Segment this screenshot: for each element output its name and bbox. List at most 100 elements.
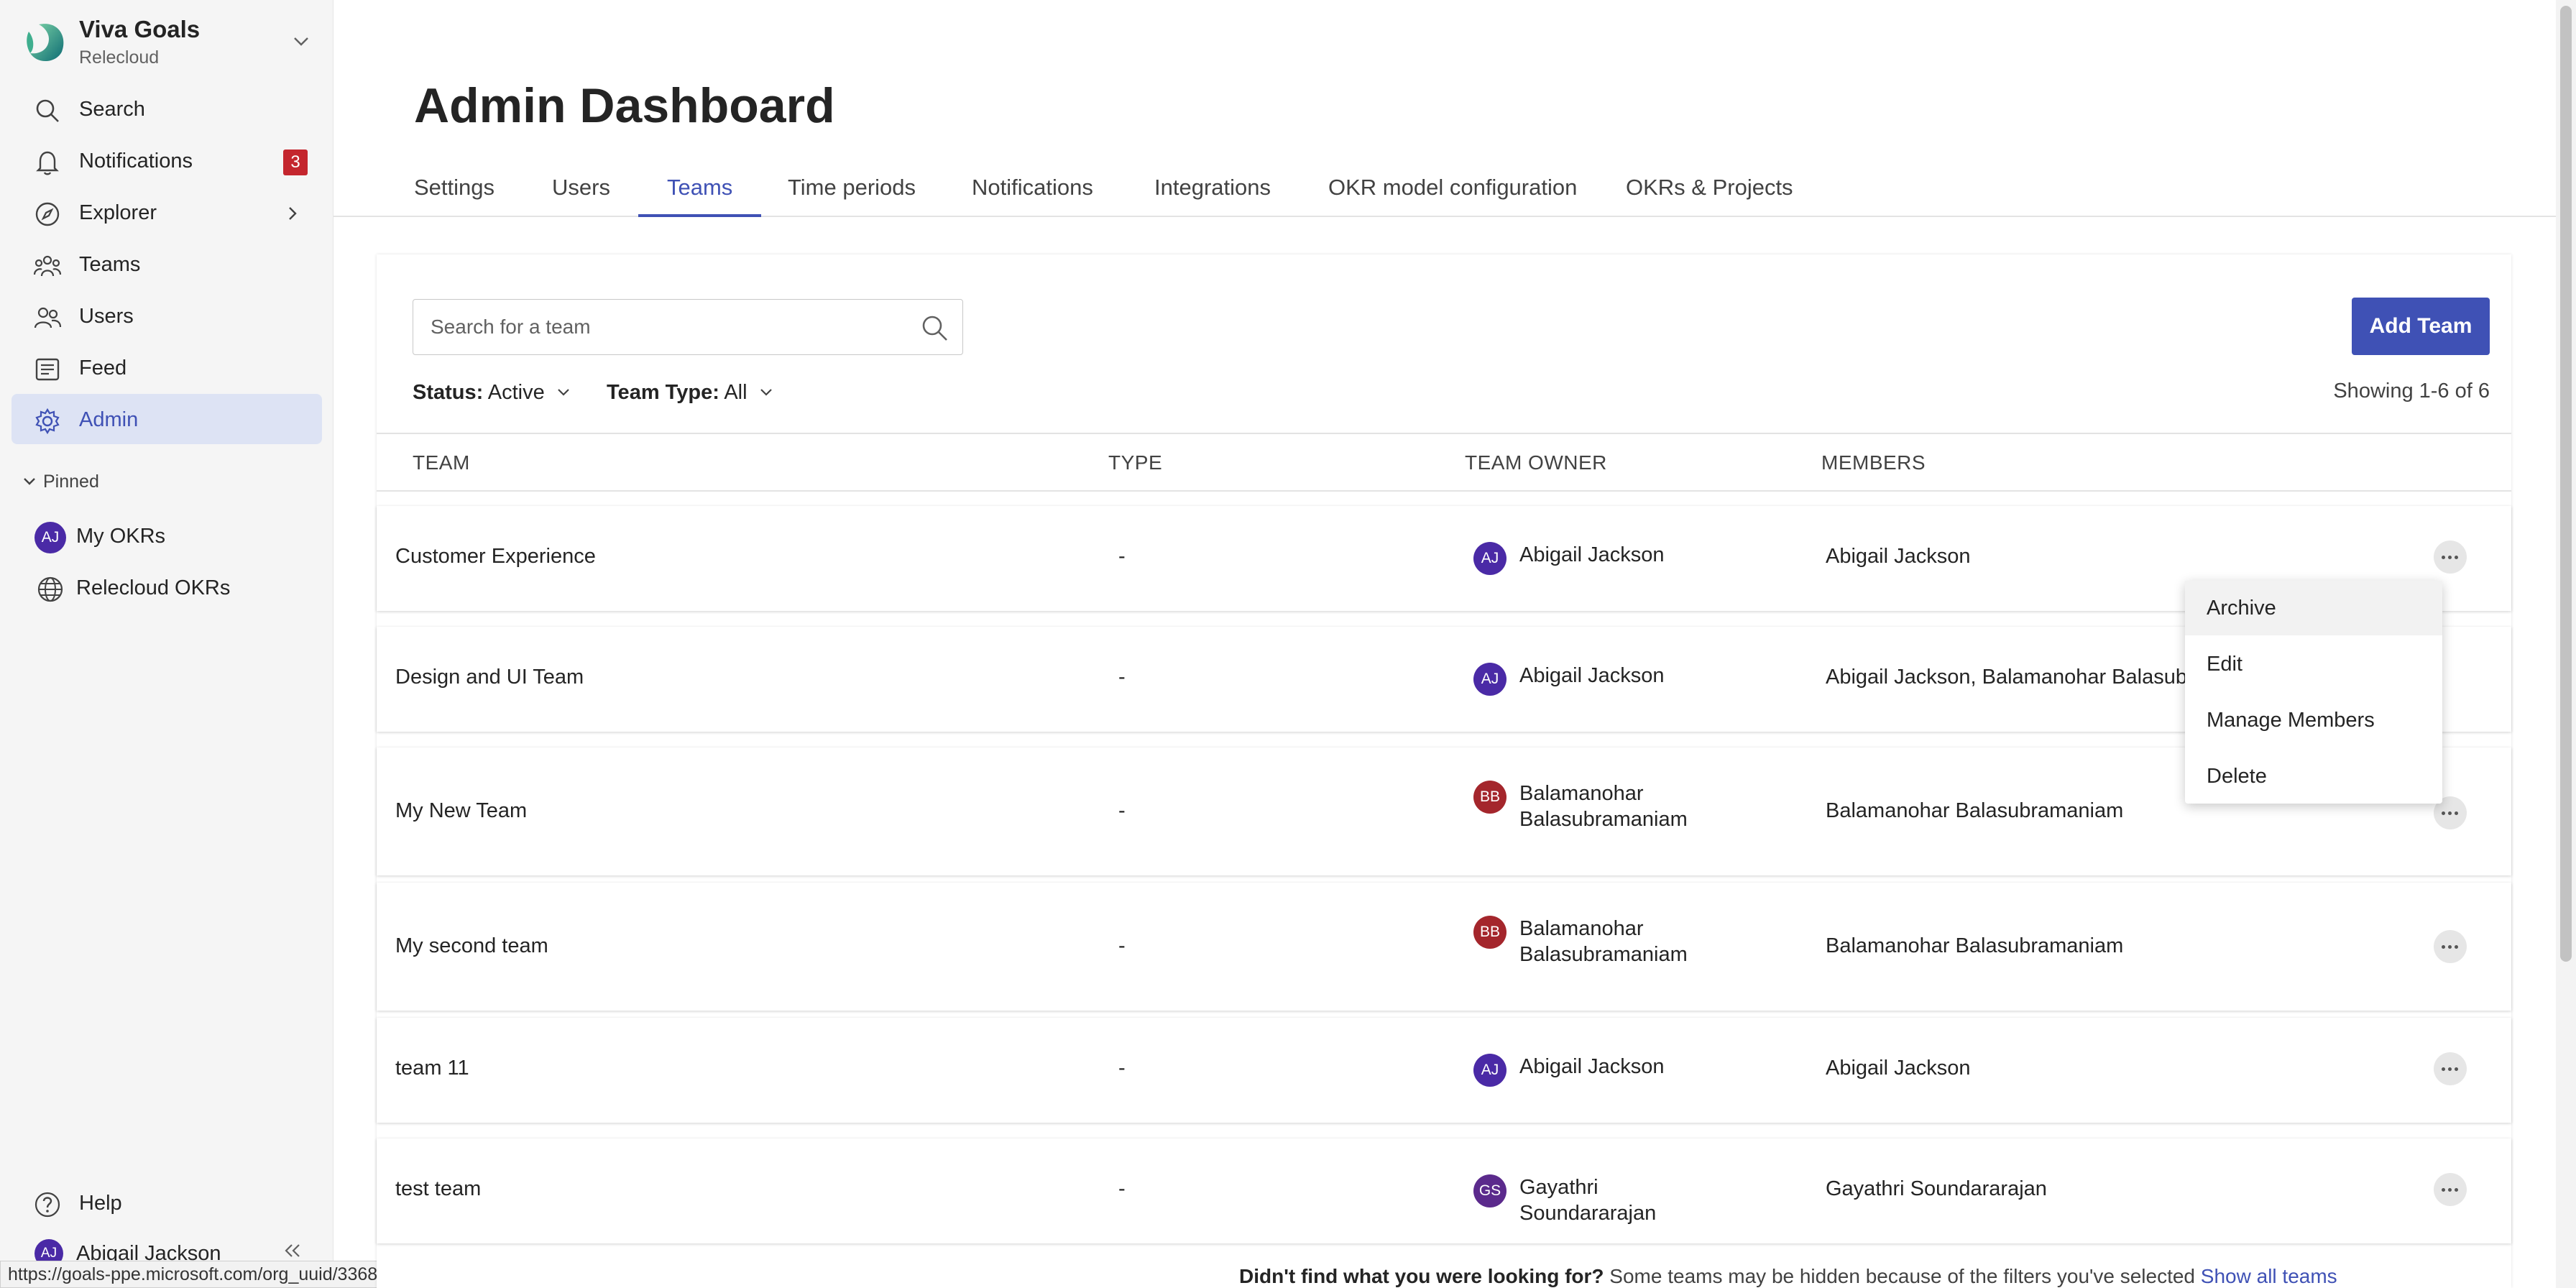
tab-notifications[interactable]: Notifications bbox=[972, 170, 1093, 217]
avatar: GS bbox=[1473, 1174, 1506, 1208]
owner-name: Abigail Jackson bbox=[1519, 543, 1665, 566]
team-type: - bbox=[1118, 799, 1126, 822]
status-filter-label: Status: bbox=[413, 381, 484, 404]
pinned-item-my-okrs[interactable]: AJ My OKRs bbox=[12, 510, 322, 561]
avatar: AJ bbox=[1473, 1054, 1506, 1087]
team-members: Balamanohar Balasubramaniam bbox=[1826, 934, 2124, 957]
sidebar-item-profile[interactable]: AJ Abigail Jackson bbox=[12, 1230, 322, 1262]
team-name[interactable]: My New Team bbox=[395, 799, 527, 823]
team-type: - bbox=[1118, 666, 1126, 689]
people-team-icon bbox=[33, 255, 62, 277]
tab-time-periods[interactable]: Time periods bbox=[788, 170, 916, 217]
more-options-button[interactable] bbox=[2434, 1173, 2467, 1206]
menu-item-manage-members[interactable]: Manage Members bbox=[2185, 693, 2442, 748]
pinned-item-label: Relecloud OKRs bbox=[76, 576, 231, 599]
people-icon bbox=[34, 307, 62, 328]
team-type: - bbox=[1118, 1057, 1126, 1080]
sidebar-item-label: Admin bbox=[79, 408, 139, 431]
pinned-item-relecloud-okrs[interactable]: Relecloud OKRs bbox=[12, 562, 322, 612]
filter-hint-title: Didn't find what you were looking for? bbox=[1239, 1265, 1604, 1287]
tab-integrations[interactable]: Integrations bbox=[1154, 170, 1271, 217]
team-members: Abigail Jackson, Balamanohar Balasubra bbox=[1826, 666, 2206, 689]
bell-icon bbox=[36, 151, 59, 175]
filter-hint: Didn't find what you were looking for? S… bbox=[1239, 1265, 2337, 1288]
sidebar-item-label: Teams bbox=[79, 253, 141, 276]
table-row[interactable]: team 11 - AJ Abigail Jackson Abigail Jac… bbox=[377, 1018, 2511, 1123]
status-filter[interactable]: Status: Active bbox=[413, 381, 572, 405]
add-team-button[interactable]: Add Team bbox=[2352, 298, 2490, 355]
column-header-type[interactable]: TYPE bbox=[1108, 451, 1162, 474]
tab-okr-model-configuration[interactable]: OKR model configuration bbox=[1328, 170, 1577, 217]
table-header: TEAM TYPE TEAM OWNER MEMBERS bbox=[377, 433, 2511, 492]
page-title: Admin Dashboard bbox=[414, 78, 835, 133]
menu-item-archive[interactable]: Archive bbox=[2185, 581, 2442, 635]
sidebar-item-feed[interactable]: Feed bbox=[12, 342, 322, 392]
help-icon bbox=[34, 1192, 60, 1218]
sidebar-item-label: Search bbox=[79, 98, 145, 121]
chevron-right-icon bbox=[289, 207, 297, 220]
avatar: AJ bbox=[34, 522, 66, 553]
collapse-sidebar-icon[interactable] bbox=[282, 1241, 303, 1262]
search-icon bbox=[36, 99, 59, 122]
avatar: AJ bbox=[1473, 542, 1506, 575]
team-name[interactable]: test team bbox=[395, 1177, 481, 1201]
sidebar-item-notifications[interactable]: Notifications 3 bbox=[12, 135, 322, 185]
chevron-down-icon bbox=[558, 389, 569, 396]
scrollbar-thumb[interactable] bbox=[2560, 6, 2572, 962]
sidebar-item-help[interactable]: Help bbox=[12, 1177, 322, 1228]
team-name[interactable]: Design and UI Team bbox=[395, 666, 584, 689]
profile-name: Abigail Jackson bbox=[76, 1242, 221, 1262]
result-count: Showing 1-6 of 6 bbox=[2333, 380, 2490, 402]
team-type: - bbox=[1118, 934, 1126, 957]
team-members: Abigail Jackson bbox=[1826, 1057, 1971, 1080]
tab-teams[interactable]: Teams bbox=[638, 170, 762, 217]
team-type-filter[interactable]: Team Type: All bbox=[607, 381, 775, 405]
sidebar-item-explorer[interactable]: Explorer bbox=[12, 187, 322, 237]
scrollbar[interactable] bbox=[2556, 0, 2576, 1288]
menu-item-delete[interactable]: Delete bbox=[2185, 749, 2442, 804]
team-name[interactable]: Customer Experience bbox=[395, 545, 596, 569]
chevron-down-icon bbox=[24, 478, 35, 485]
admin-tabs: Settings Users Teams Time periods Notifi… bbox=[334, 170, 2556, 217]
more-options-button[interactable] bbox=[2434, 930, 2467, 963]
sidebar-item-users[interactable]: Users bbox=[12, 290, 322, 341]
tab-okrs-projects[interactable]: OKRs & Projects bbox=[1626, 170, 1793, 217]
more-options-button[interactable] bbox=[2434, 540, 2467, 574]
chevron-down-icon bbox=[294, 37, 308, 46]
team-members: Gayathri Soundararajan bbox=[1826, 1177, 2047, 1200]
column-header-members[interactable]: MEMBERS bbox=[1821, 451, 1926, 474]
column-header-team[interactable]: TEAM bbox=[413, 451, 470, 474]
sidebar-item-label: Users bbox=[79, 305, 134, 328]
org-switcher[interactable]: Viva Goals Relecloud bbox=[22, 13, 323, 72]
sidebar-item-admin[interactable]: Admin bbox=[12, 394, 322, 444]
team-owner: GS Gayathri Soundararajan bbox=[1473, 1174, 1735, 1226]
search-input[interactable] bbox=[431, 310, 891, 344]
sidebar-item-label: Feed bbox=[79, 356, 127, 380]
sidebar-item-teams[interactable]: Teams bbox=[12, 239, 322, 289]
team-members: Abigail Jackson bbox=[1826, 545, 1971, 568]
compass-icon bbox=[35, 202, 60, 226]
table-row[interactable]: My second team - BB Balamanohar Balasubr… bbox=[377, 883, 2511, 1011]
team-search bbox=[413, 299, 963, 355]
team-owner: AJ Abigail Jackson bbox=[1473, 1054, 1735, 1087]
sidebar-item-search[interactable]: Search bbox=[12, 83, 322, 134]
sidebar-item-label: Notifications bbox=[79, 150, 193, 172]
show-all-teams-link[interactable]: Show all teams bbox=[2201, 1265, 2337, 1287]
table-row[interactable]: test team - GS Gayathri Soundararajan Ga… bbox=[377, 1138, 2511, 1243]
search-icon[interactable] bbox=[919, 313, 949, 343]
menu-item-edit[interactable]: Edit bbox=[2185, 637, 2442, 691]
chevron-down-icon bbox=[760, 389, 772, 396]
status-filter-value: Active bbox=[487, 381, 545, 404]
more-options-button[interactable] bbox=[2434, 1052, 2467, 1085]
tab-users[interactable]: Users bbox=[552, 170, 610, 217]
owner-name: Abigail Jackson bbox=[1519, 664, 1665, 687]
column-header-owner[interactable]: TEAM OWNER bbox=[1465, 451, 1607, 474]
sidebar-item-label: Explorer bbox=[79, 201, 157, 224]
team-owner: BB Balamanohar Balasubramaniam bbox=[1473, 781, 1688, 832]
owner-name: Balamanohar Balasubramaniam bbox=[1519, 782, 1688, 831]
pinned-section-toggle[interactable]: Pinned bbox=[22, 472, 99, 492]
sidebar-item-label: Help bbox=[79, 1192, 122, 1215]
team-name[interactable]: team 11 bbox=[395, 1057, 469, 1080]
tab-settings[interactable]: Settings bbox=[414, 170, 494, 217]
team-name[interactable]: My second team bbox=[395, 934, 548, 958]
